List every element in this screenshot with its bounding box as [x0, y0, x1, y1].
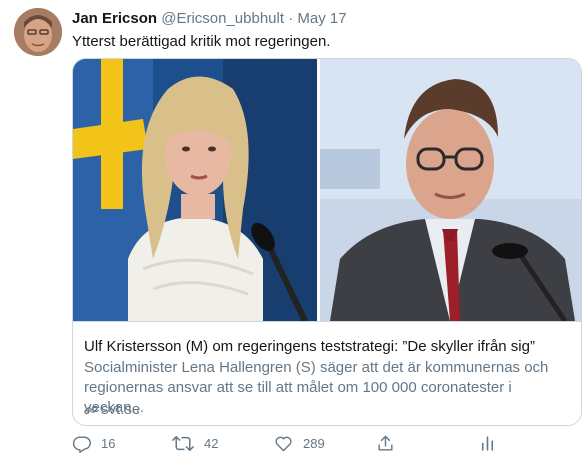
reply-icon	[72, 436, 91, 453]
share-button[interactable]	[376, 434, 395, 453]
reply-button[interactable]: 16	[72, 434, 115, 453]
reply-count: 16	[101, 436, 116, 451]
man-portrait-image	[320, 59, 581, 321]
like-count: 289	[303, 436, 325, 451]
author-handle[interactable]: @Ericson_ubbhult	[161, 10, 284, 27]
share-icon	[378, 435, 393, 451]
card-domain: svt.se	[101, 401, 141, 418]
card-image-right	[320, 59, 581, 321]
tweet-header: Jan Ericson @Ericson_ubbhult · May 17	[72, 10, 347, 28]
like-button[interactable]: 289	[274, 434, 325, 453]
card-title: Ulf Kristersson (M) om regeringens tests…	[84, 338, 535, 355]
analytics-icon	[481, 436, 494, 451]
card-image-left	[73, 59, 317, 321]
woman-portrait-image	[73, 59, 317, 321]
link-card[interactable]: Ulf Kristersson (M) om regeringens tests…	[72, 58, 582, 426]
tweet-action-bar: 16 42 289	[72, 434, 580, 458]
retweet-button[interactable]: 42	[172, 434, 218, 453]
card-description: Socialminister Lena Hallengren (S) säger…	[84, 359, 549, 416]
separator-dot: ·	[288, 10, 294, 27]
avatar[interactable]	[14, 8, 62, 56]
avatar-photo	[14, 8, 62, 56]
card-body: Ulf Kristersson (M) om regeringens tests…	[73, 321, 581, 425]
retweet-icon	[172, 435, 194, 452]
heart-icon	[275, 436, 292, 452]
retweet-count: 42	[204, 436, 219, 451]
link-icon	[84, 405, 98, 415]
analytics-button[interactable]	[478, 434, 497, 453]
tweet-text: Ytterst berättigad kritik mot regeringen…	[72, 33, 331, 50]
tweet-date[interactable]: May 17	[297, 10, 346, 27]
card-domain-row: svt.se	[84, 400, 140, 420]
author-name[interactable]: Jan Ericson	[72, 10, 157, 27]
